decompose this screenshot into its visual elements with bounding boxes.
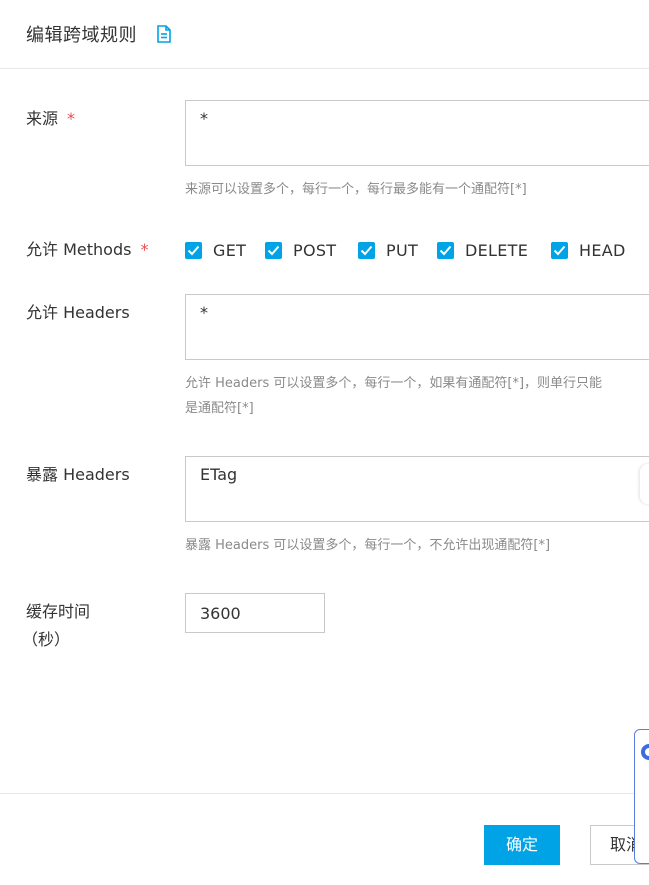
edit-cors-rule-dialog: 编辑跨域规则 来源 * * 来源可以设置多个，每行一个，每行最多能有一个通配符[*… [0,0,649,885]
method-head-checkbox[interactable]: HEAD [551,240,626,260]
dialog-footer-divider [0,793,649,794]
origin-value: * [200,109,208,128]
method-label: POST [293,240,337,260]
checkbox-checked-icon[interactable] [551,241,568,259]
checkbox-checked-icon[interactable] [185,241,202,259]
method-label: GET [213,240,247,260]
cache-time-label-line2: （秒） [22,630,71,649]
methods-label-text: 允许 Methods [26,240,132,259]
method-label: DELETE [465,240,529,260]
methods-label: 允许 Methods * [26,240,148,260]
origin-label-text: 来源 [26,109,59,128]
floating-help-widget[interactable] [634,729,649,864]
dialog-header: 编辑跨域规则 [0,0,649,69]
origin-label: 来源 * [26,109,75,129]
required-mark: * [140,240,149,259]
cache-time-input[interactable]: 3600 [185,593,325,633]
method-label: PUT [386,240,419,260]
allow-headers-hint-line2: 是通配符[*] [185,401,254,416]
checkbox-checked-icon[interactable] [265,241,282,259]
expose-headers-hint: 暴露 Headers 可以设置多个，每行一个，不允许出现通配符[*] [185,538,551,553]
method-delete-checkbox[interactable]: DELETE [437,240,528,260]
allow-headers-label: 允许 Headers [26,303,130,322]
method-put-checkbox[interactable]: PUT [358,240,418,260]
checkbox-checked-icon[interactable] [437,241,454,259]
cache-time-label-line1: 缓存时间 [26,602,91,621]
required-mark: * [67,109,76,128]
allow-headers-textarea[interactable]: * [185,294,649,360]
confirm-button[interactable]: 确定 [484,825,560,865]
allow-headers-value: * [200,303,208,322]
side-panel-edge [640,464,649,504]
method-label: HEAD [579,240,626,260]
method-post-checkbox[interactable]: POST [265,240,336,260]
origin-textarea[interactable]: * [185,100,649,166]
expose-headers-textarea[interactable]: ETag [185,456,649,522]
cache-time-value: 3600 [200,604,241,623]
help-icon[interactable] [641,744,649,760]
allow-headers-hint-line1: 允许 Headers 可以设置多个，每行一个，如果有通配符[*]，则单行只能 [185,376,603,391]
expose-headers-label: 暴露 Headers [26,465,130,484]
expose-headers-value: ETag [200,465,238,484]
origin-hint: 来源可以设置多个，每行一个，每行最多能有一个通配符[*] [185,182,527,197]
dialog-title: 编辑跨域规则 [26,25,137,46]
document-icon[interactable] [156,25,172,43]
method-get-checkbox[interactable]: GET [185,240,246,260]
checkbox-checked-icon[interactable] [358,241,375,259]
